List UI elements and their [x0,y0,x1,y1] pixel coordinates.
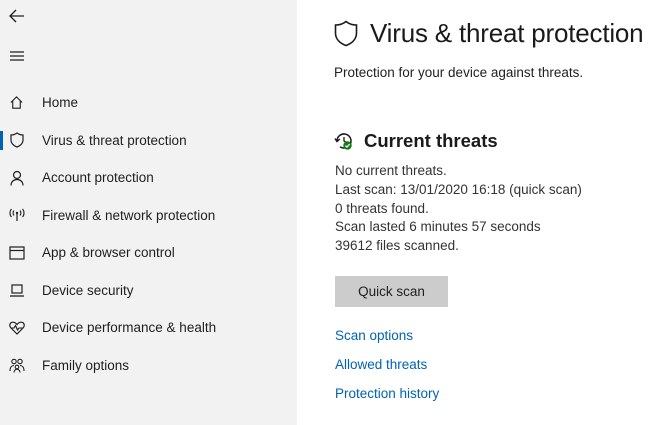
back-arrow-icon [9,9,24,23]
browser-window-icon [8,244,25,261]
scan-refresh-icon [334,131,354,151]
heart-icon [8,319,25,336]
family-icon [8,357,25,374]
scan-status: No current threats. Last scan: 13/01/202… [335,162,582,256]
sidebar-item-device-performance-health[interactable]: Device performance & health [0,309,297,347]
back-button[interactable] [6,5,28,27]
person-icon [8,169,25,186]
sidebar-item-family-options[interactable]: Family options [0,347,297,385]
page-title: Virus & threat protection [370,18,644,48]
sidebar-item-label: Family options [42,357,130,373]
page-header: Virus & threat protection [334,18,644,49]
home-icon [8,94,25,111]
sidebar-item-label: Firewall & network protection [42,207,216,223]
page-subtitle: Protection for your device against threa… [334,65,584,80]
sidebar-item-label: Virus & threat protection [42,132,187,148]
sidebar-item-label: Device security [42,282,134,298]
no-threats-text: No current threats. [335,163,447,178]
main-content: Virus & threat protection Protection for… [297,0,670,425]
hamburger-menu-button[interactable] [6,45,28,67]
protection-history-link[interactable]: Protection history [335,386,439,401]
sidebar-item-account-protection[interactable]: Account protection [0,159,297,197]
laptop-icon [8,282,25,299]
sidebar-item-label: Home [42,95,79,111]
shield-icon [334,20,358,48]
sidebar-item-label: Device performance & health [42,320,217,336]
sidebar-item-label: App & browser control [42,245,175,261]
files-scanned-text: 39612 files scanned. [335,238,459,254]
sidebar: Home Virus & threat protection Account p… [0,0,297,425]
allowed-threats-link[interactable]: Allowed threats [335,357,427,372]
section-title: Current threats [364,130,498,151]
sidebar-item-virus-threat-protection[interactable]: Virus & threat protection [0,122,297,160]
scan-duration-text: Scan lasted 6 minutes 57 seconds [335,219,541,235]
sidebar-item-firewall-network-protection[interactable]: Firewall & network protection [0,197,297,235]
sidebar-item-app-browser-control[interactable]: App & browser control [0,234,297,272]
sidebar-item-label: Account protection [42,170,154,186]
sidebar-item-device-security[interactable]: Device security [0,272,297,310]
antenna-icon [8,207,25,224]
quick-scan-button[interactable]: Quick scan [335,276,448,307]
hamburger-icon [10,51,24,61]
sidebar-item-home[interactable]: Home [0,84,297,122]
scan-options-link[interactable]: Scan options [335,328,413,343]
current-threats-header: Current threats [334,130,498,152]
shield-icon [8,132,25,149]
last-scan-text: Last scan: 13/01/2020 16:18 (quick scan) [335,181,582,197]
sidebar-nav: Home Virus & threat protection Account p… [0,84,297,384]
threats-found-text: 0 threats found. [335,200,429,216]
